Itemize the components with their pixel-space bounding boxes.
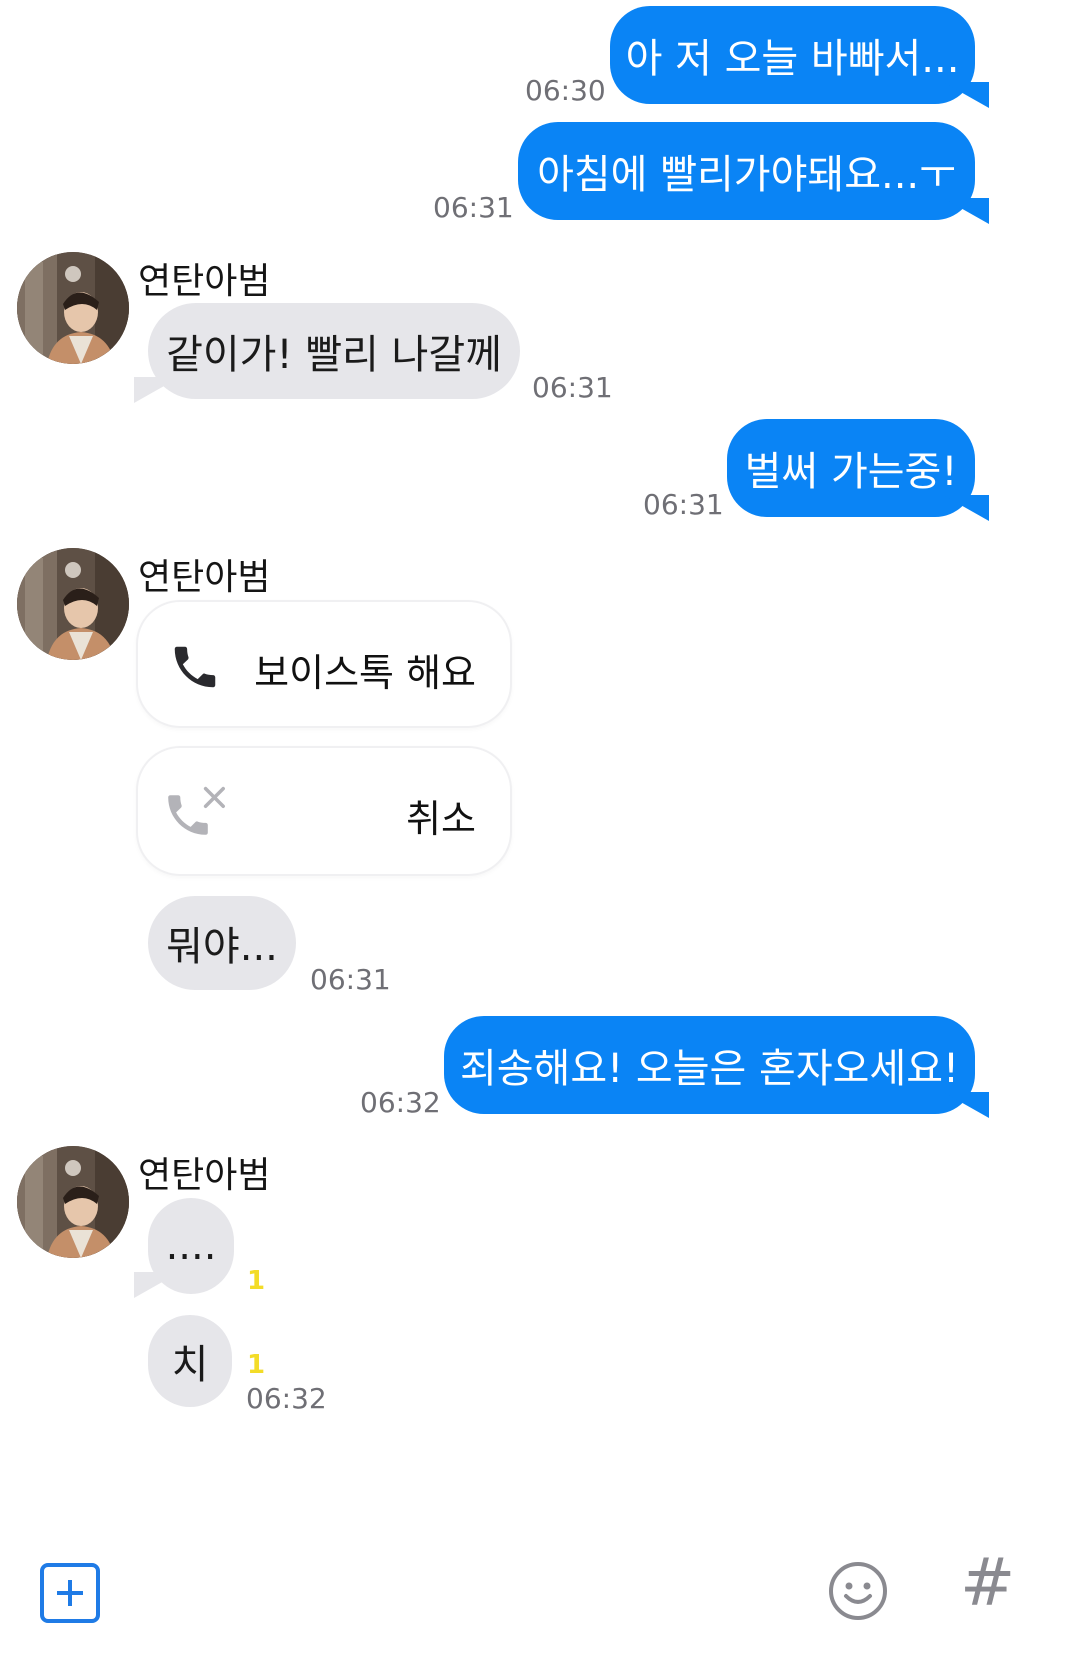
contact-name: 연탄아범: [138, 557, 271, 598]
message-text: 벌써 가는중!: [744, 449, 958, 495]
sent-message-bubble[interactable]: 아침에 빨리가야돼요...ㅜ: [518, 122, 989, 224]
avatar-photo: [17, 1146, 129, 1258]
message-text: 아 저 오늘 바빠서...: [625, 36, 960, 82]
avatar-photo: [17, 252, 129, 364]
contact-avatar[interactable]: [17, 252, 129, 364]
message-timestamp: 06:30: [525, 74, 606, 107]
contact-avatar[interactable]: [17, 548, 129, 660]
message-timestamp: 06:32: [246, 1382, 327, 1415]
message-text: 같이가! 빨리 나갈께: [166, 332, 502, 378]
message-text: ....: [165, 1223, 217, 1269]
avatar-photo: [17, 548, 129, 660]
voice-talk-label: 보이스톡 해요: [254, 651, 476, 695]
message-timestamp: 06:32: [360, 1086, 441, 1119]
hash-icon: #: [960, 1544, 1016, 1621]
cancel-label: 취소: [406, 797, 476, 841]
voice-talk-card[interactable]: 보이스톡 해요: [136, 600, 512, 728]
message-timestamp: 06:31: [532, 371, 613, 404]
message-text: 뭐야...: [166, 924, 278, 970]
contact-name: 연탄아범: [138, 261, 271, 302]
sent-message-bubble[interactable]: 벌써 가는중!: [727, 419, 989, 521]
message-timestamp: 06:31: [433, 191, 514, 224]
add-attachment-button[interactable]: [40, 1563, 100, 1623]
message-timestamp: 06:31: [310, 963, 391, 996]
received-message-bubble[interactable]: 뭐야...: [148, 896, 296, 990]
contact-avatar[interactable]: [17, 1146, 129, 1258]
message-text: 죄송해요! 오늘은 혼자오세요!: [459, 1046, 960, 1092]
voice-talk-cancel-card[interactable]: 취소: [136, 746, 512, 876]
received-message-bubble[interactable]: ....: [134, 1198, 234, 1298]
hash-button[interactable]: #: [960, 1550, 1015, 1616]
unread-count-badge: 1: [247, 1350, 266, 1380]
unread-count-badge: 1: [247, 1266, 266, 1296]
received-message-bubble[interactable]: 치: [148, 1315, 232, 1407]
emoji-icon: [829, 1562, 887, 1620]
contact-name: 연탄아범: [138, 1155, 271, 1196]
phone-icon: [168, 640, 222, 698]
sent-message-bubble[interactable]: 죄송해요! 오늘은 혼자오세요!: [444, 1016, 989, 1118]
received-message-bubble[interactable]: 같이가! 빨리 나갈께: [134, 303, 520, 403]
emoji-button[interactable]: [827, 1560, 889, 1622]
message-timestamp: 06:31: [643, 488, 724, 521]
sent-message-bubble[interactable]: 아 저 오늘 바빠서...: [610, 6, 989, 108]
message-text: 치: [171, 1342, 209, 1388]
message-text: 아침에 빨리가야돼요...ㅜ: [537, 152, 956, 198]
phone-missed-icon: [166, 786, 232, 848]
